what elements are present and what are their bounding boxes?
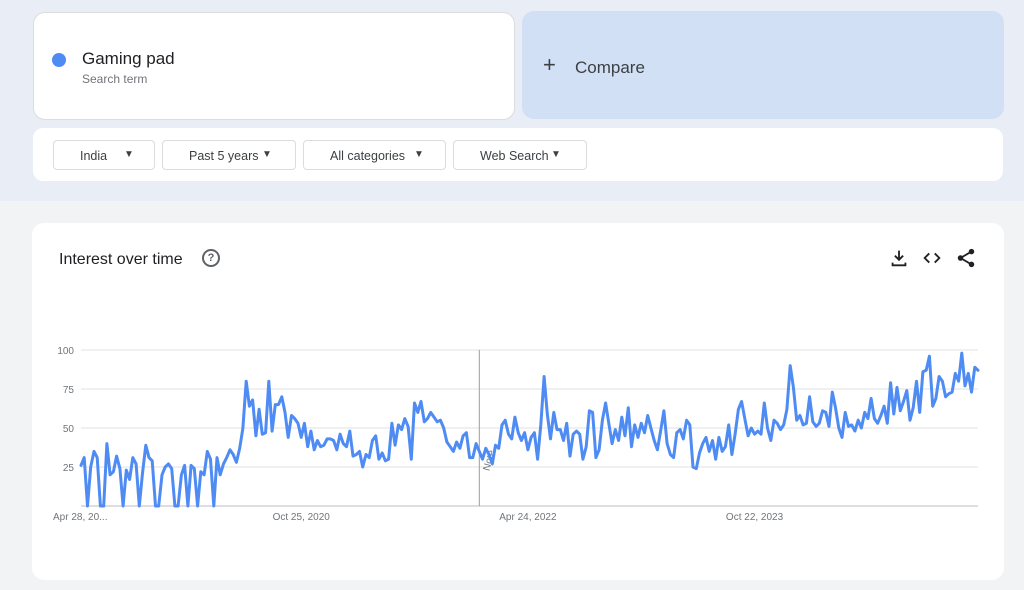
x-tick-label: Oct 25, 2020	[273, 512, 331, 523]
plus-icon: +	[543, 52, 556, 77]
category-dropdown[interactable]: All categories ▼	[303, 140, 446, 170]
chevron-down-icon: ▼	[414, 149, 424, 160]
y-tick-label: 75	[63, 385, 75, 396]
y-tick-label: 50	[63, 424, 75, 435]
filter-bar: India ▼ Past 5 years ▼ All categories ▼ …	[33, 128, 1003, 181]
chevron-down-icon: ▼	[124, 149, 134, 160]
search-term-subtitle: Search term	[82, 72, 148, 86]
x-tick-label: Oct 22, 2023	[726, 512, 784, 523]
time-range-dropdown[interactable]: Past 5 years ▼	[162, 140, 296, 170]
region-dropdown[interactable]: India ▼	[53, 140, 155, 170]
chevron-down-icon: ▼	[262, 149, 272, 160]
series-color-dot	[52, 53, 66, 67]
search-type-dropdown[interactable]: Web Search ▼	[453, 140, 587, 170]
series-line	[79, 351, 980, 508]
x-tick-label: Apr 28, 20...	[53, 512, 107, 523]
interest-over-time-card: Interest over time ? 25 50 75 100 Note Apr 28…	[32, 223, 1004, 580]
search-term-name[interactable]: Gaming pad	[82, 49, 175, 69]
region-label: India	[80, 149, 108, 163]
x-tick-label: Apr 24, 2022	[499, 512, 557, 523]
y-tick-label: 100	[57, 346, 74, 357]
time-range-label: Past 5 years	[189, 149, 259, 163]
compare-button[interactable]: + Compare	[522, 11, 1004, 119]
category-label: All categories	[330, 149, 406, 163]
compare-label: Compare	[575, 58, 645, 77]
y-tick-label: 25	[63, 463, 75, 474]
interest-chart: 255075100NoteApr 28, 20... Oct 25, 2020 Ap…	[53, 346, 980, 523]
search-type-label: Web Search	[480, 149, 549, 163]
chevron-down-icon: ▼	[551, 149, 561, 160]
search-term-card[interactable]: Gaming pad Search term	[33, 12, 515, 120]
